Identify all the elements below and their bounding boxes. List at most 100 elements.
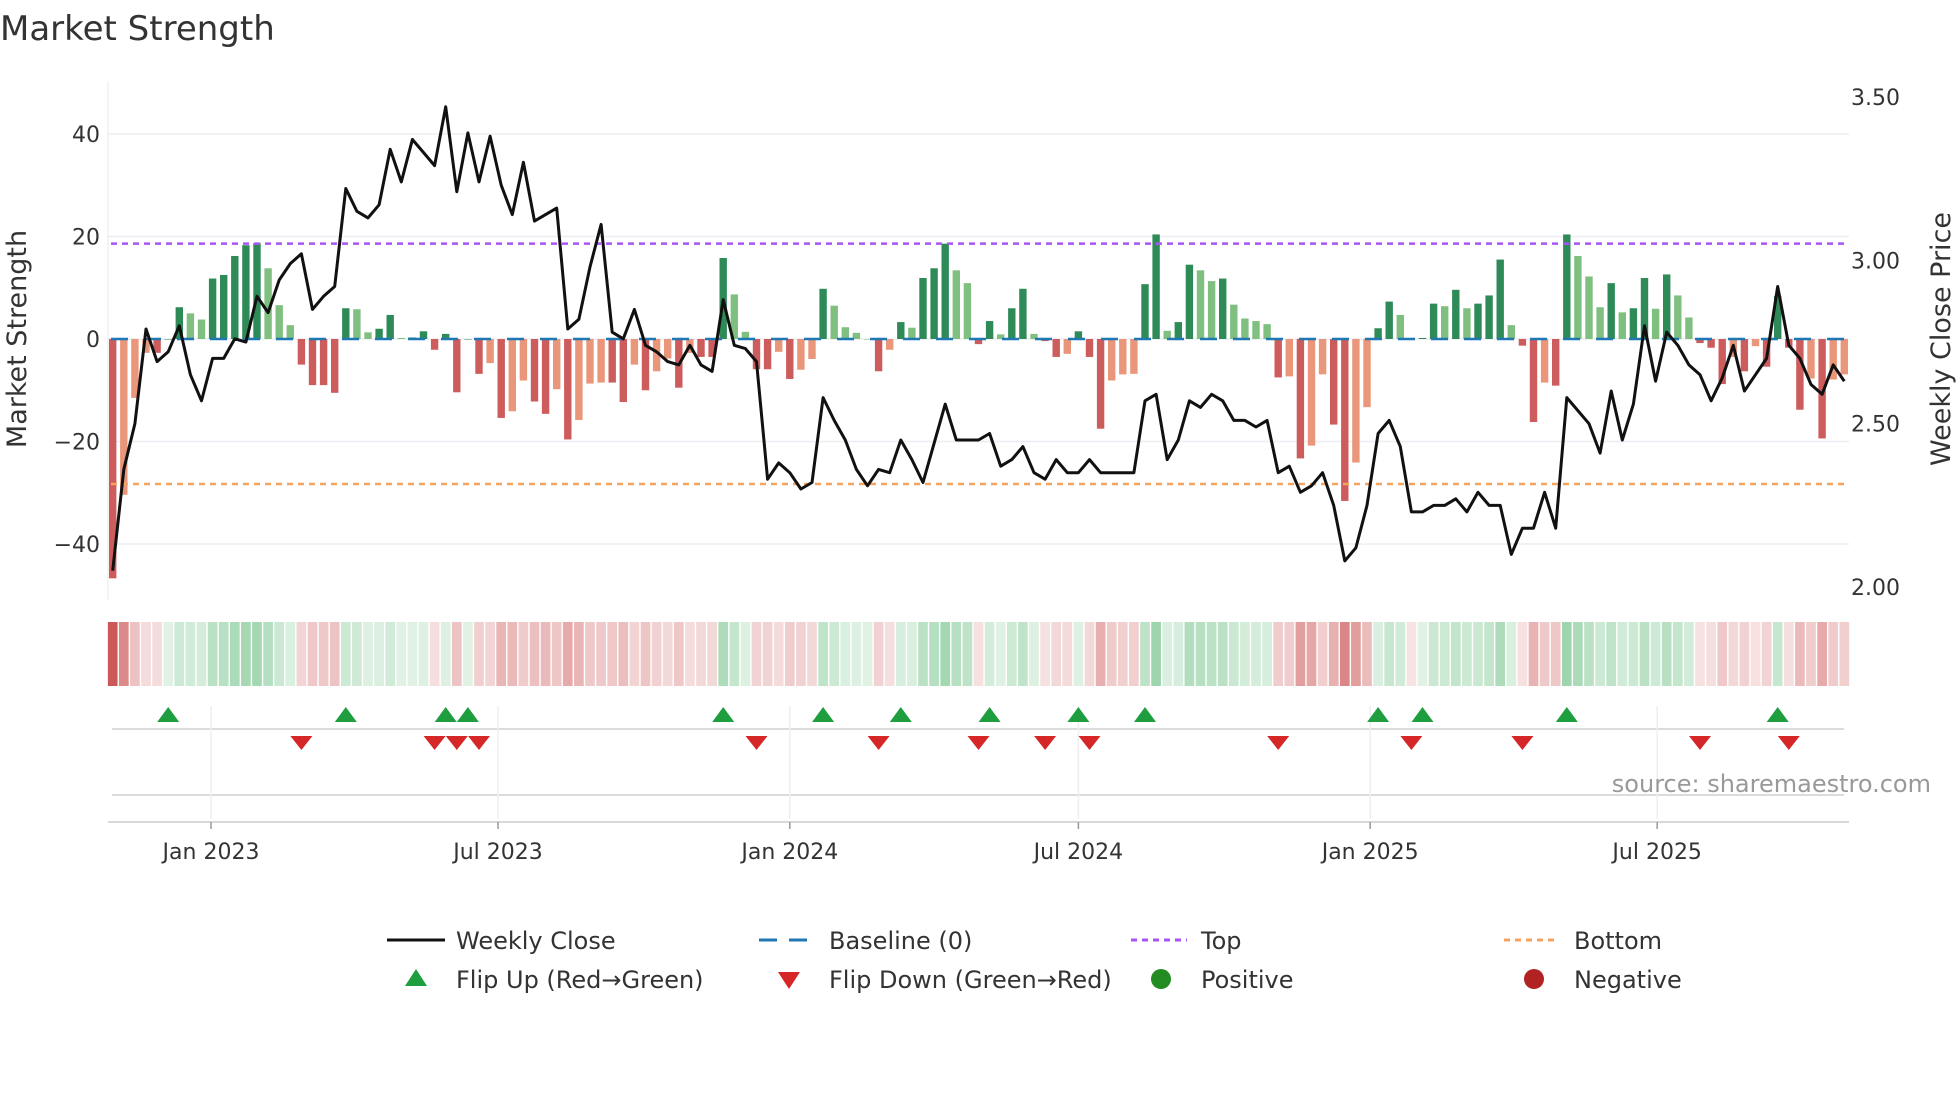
positive-bar bbox=[1574, 255, 1582, 339]
negative-bar bbox=[1540, 339, 1549, 383]
negative-bar bbox=[763, 339, 772, 370]
heatmap-cell bbox=[707, 622, 717, 686]
negative-bar bbox=[1840, 339, 1848, 375]
heatmap-cell bbox=[918, 622, 928, 686]
flip-down-marker bbox=[445, 736, 468, 750]
heatmap-cell bbox=[1006, 622, 1017, 686]
heatmap-cell bbox=[1473, 622, 1483, 686]
positive-bar bbox=[1441, 306, 1449, 339]
heatmap-cell bbox=[1306, 622, 1317, 686]
positive-bar bbox=[464, 339, 472, 340]
heatmap-cell bbox=[1528, 622, 1539, 686]
positive-bar bbox=[1563, 234, 1571, 339]
heatmap-cell bbox=[1117, 622, 1128, 686]
negative-bar bbox=[1352, 339, 1360, 463]
positive-bar bbox=[208, 278, 217, 339]
heatmap-cell bbox=[163, 622, 174, 686]
heatmap-cell bbox=[940, 622, 951, 686]
heatmap-cell bbox=[1484, 622, 1494, 686]
heatmap-cell bbox=[895, 622, 906, 686]
legend-negative: Negative bbox=[1574, 966, 1682, 994]
heatmap-cell bbox=[729, 622, 740, 686]
flip-up-marker bbox=[1134, 707, 1156, 722]
heatmap-cell bbox=[418, 622, 429, 686]
market-strength-chart: Market Strength Market Strength Weekly C… bbox=[0, 9, 1957, 994]
negative-bar bbox=[497, 339, 505, 418]
heatmap-cell bbox=[1606, 622, 1617, 686]
heatmap-cell bbox=[1362, 622, 1372, 686]
legend-weekly-close: Weekly Close bbox=[456, 927, 616, 955]
heatmap-cell bbox=[1450, 622, 1461, 686]
flip-down-marker bbox=[1511, 736, 1534, 750]
x-tick-label: Jan 2024 bbox=[739, 840, 838, 865]
heatmap-cell bbox=[340, 622, 351, 686]
flip-down-marker bbox=[290, 736, 313, 750]
negative-bar bbox=[619, 339, 627, 403]
heatmap-cell bbox=[562, 622, 573, 686]
heatmap-cell bbox=[685, 622, 695, 686]
negative-bar bbox=[297, 339, 306, 365]
legend-flip-down: Flip Down (Green→Red) bbox=[829, 966, 1112, 994]
flip-down-marker bbox=[1034, 736, 1057, 750]
heatmap-cell bbox=[1628, 622, 1639, 686]
legend-baseline: Baseline (0) bbox=[829, 927, 972, 955]
heatmap-cell bbox=[274, 622, 285, 686]
heatmap-cell bbox=[474, 622, 484, 686]
heatmap-cell bbox=[207, 622, 218, 686]
positive-bar bbox=[1418, 337, 1427, 339]
heatmap-cell bbox=[485, 622, 495, 686]
heatmap-cell bbox=[1328, 622, 1339, 686]
negative-bar bbox=[553, 339, 561, 390]
heatmap-cell bbox=[995, 622, 1006, 686]
heatmap-cell bbox=[540, 622, 551, 686]
positive-bar bbox=[1174, 322, 1182, 339]
heatmap-cell bbox=[352, 622, 362, 686]
flip-down-marker bbox=[745, 736, 768, 750]
flip-up-marker bbox=[1766, 707, 1789, 722]
heatmap-cell bbox=[1162, 622, 1173, 686]
heatmap-cell bbox=[1262, 622, 1272, 686]
heatmap-cell bbox=[596, 622, 606, 686]
heatmap-cell bbox=[1373, 622, 1383, 686]
positive-bar bbox=[941, 243, 949, 339]
heatmap-cell bbox=[873, 622, 884, 686]
heatmap-cell bbox=[1251, 622, 1261, 686]
y2-tick-label: 2.50 bbox=[1851, 413, 1900, 438]
positive-bar bbox=[353, 309, 361, 339]
heatmap-cell bbox=[740, 622, 751, 686]
heatmap-cell bbox=[1062, 622, 1073, 686]
positive-bar bbox=[897, 322, 905, 339]
negative-bar bbox=[564, 339, 572, 440]
chart-title: Market Strength bbox=[0, 9, 275, 49]
heatmap-cell bbox=[1206, 622, 1217, 686]
y-tick-label: −40 bbox=[54, 533, 100, 558]
positive-bar bbox=[1651, 308, 1660, 339]
heatmap-cell bbox=[1506, 622, 1517, 686]
positive-bar bbox=[819, 288, 827, 339]
heatmap-cell bbox=[1573, 622, 1583, 686]
x-axis: Jan 2023 Jul 2023 Jan 2024 Jul 2024 Jan 2025… bbox=[108, 821, 1849, 865]
negative-bar bbox=[1529, 339, 1538, 423]
heatmap-cell bbox=[1817, 622, 1827, 686]
flip-down-marker bbox=[1267, 736, 1290, 750]
x-tick-label: Jan 2025 bbox=[1320, 840, 1419, 865]
negative-bar bbox=[1330, 339, 1338, 425]
negative-bar bbox=[1552, 339, 1560, 386]
positive-bar bbox=[1429, 303, 1438, 339]
heatmap-cell bbox=[640, 622, 651, 686]
heatmap-cell bbox=[1184, 622, 1195, 686]
y-tick-label: −20 bbox=[54, 431, 100, 456]
heatmap-cell bbox=[718, 622, 729, 686]
negative-bar bbox=[1285, 339, 1293, 377]
negative-bar bbox=[664, 339, 672, 359]
y-tick-label: 0 bbox=[86, 328, 100, 353]
heatmap-cell bbox=[1550, 622, 1561, 686]
heatmap-cell bbox=[396, 622, 407, 686]
strength-heatmap-strip bbox=[107, 622, 1850, 686]
negative-bar bbox=[1740, 339, 1749, 372]
positive-bar bbox=[397, 337, 405, 339]
negative-bar bbox=[519, 339, 528, 381]
negative-bar bbox=[1052, 339, 1060, 357]
heatmap-cell bbox=[152, 622, 162, 686]
heatmap-cell bbox=[773, 622, 784, 686]
